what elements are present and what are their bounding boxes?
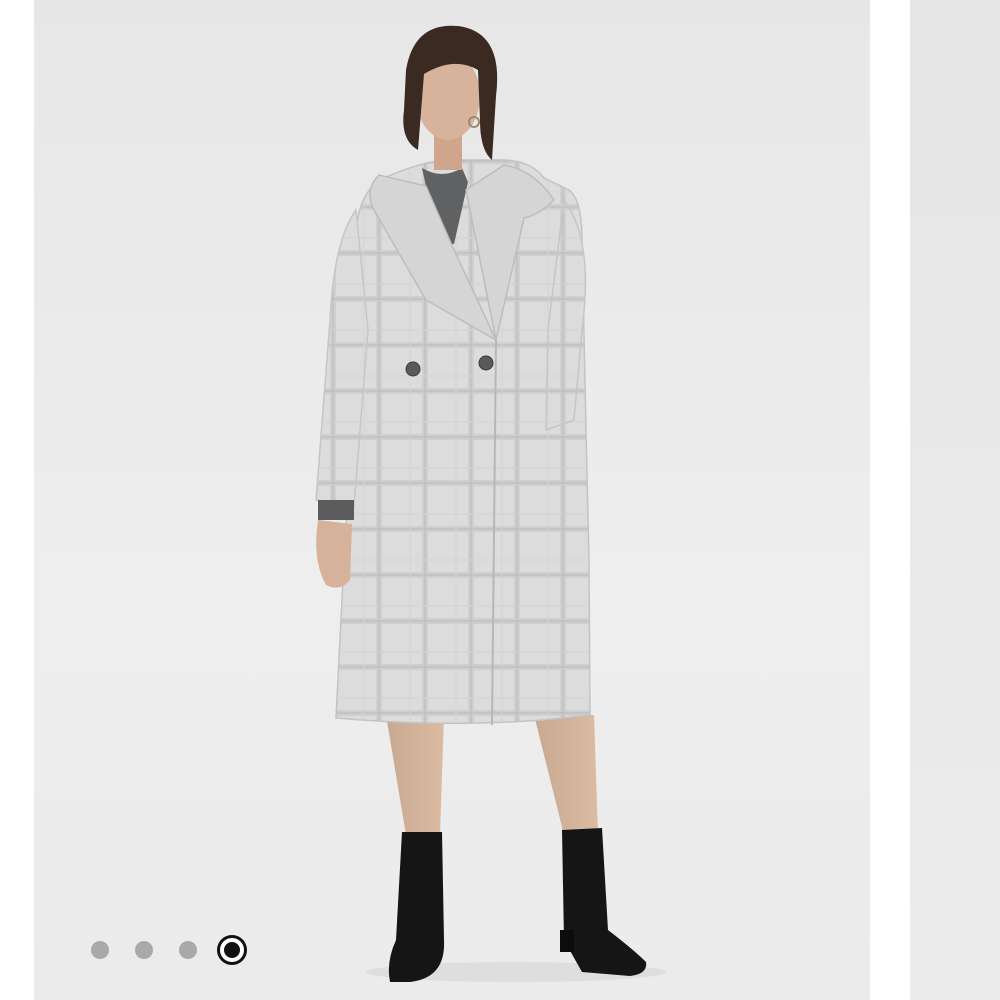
product-photo[interactable]: Model wearing a long light grey plaid do…	[34, 0, 870, 1000]
next-product-photo-peek[interactable]: Next product photo (partially visible)	[910, 0, 1000, 1000]
next-photo-alt: Next product photo (partially visible)	[910, 0, 911, 1]
dot-pip	[179, 941, 197, 959]
active-dot-ring	[217, 935, 247, 965]
left-leg	[386, 715, 444, 835]
right-boot	[562, 828, 647, 976]
coat-button	[478, 355, 494, 371]
active-dot-core	[224, 942, 240, 958]
coat	[335, 159, 591, 725]
carousel-dot-1[interactable]	[78, 930, 122, 970]
left-boot	[388, 832, 445, 982]
carousel-dot-4-active[interactable]	[210, 930, 254, 970]
product-image-carousel: Model wearing a long light grey plaid do…	[0, 0, 1000, 1000]
coat-button	[405, 361, 421, 377]
carousel-pagination	[78, 930, 254, 970]
carousel-dot-2[interactable]	[122, 930, 166, 970]
left-hand	[316, 520, 352, 588]
carousel-dot-3[interactable]	[166, 930, 210, 970]
dot-pip	[135, 941, 153, 959]
dot-pip	[91, 941, 109, 959]
model-coat-illustration	[315, 25, 666, 982]
right-leg	[534, 715, 598, 835]
